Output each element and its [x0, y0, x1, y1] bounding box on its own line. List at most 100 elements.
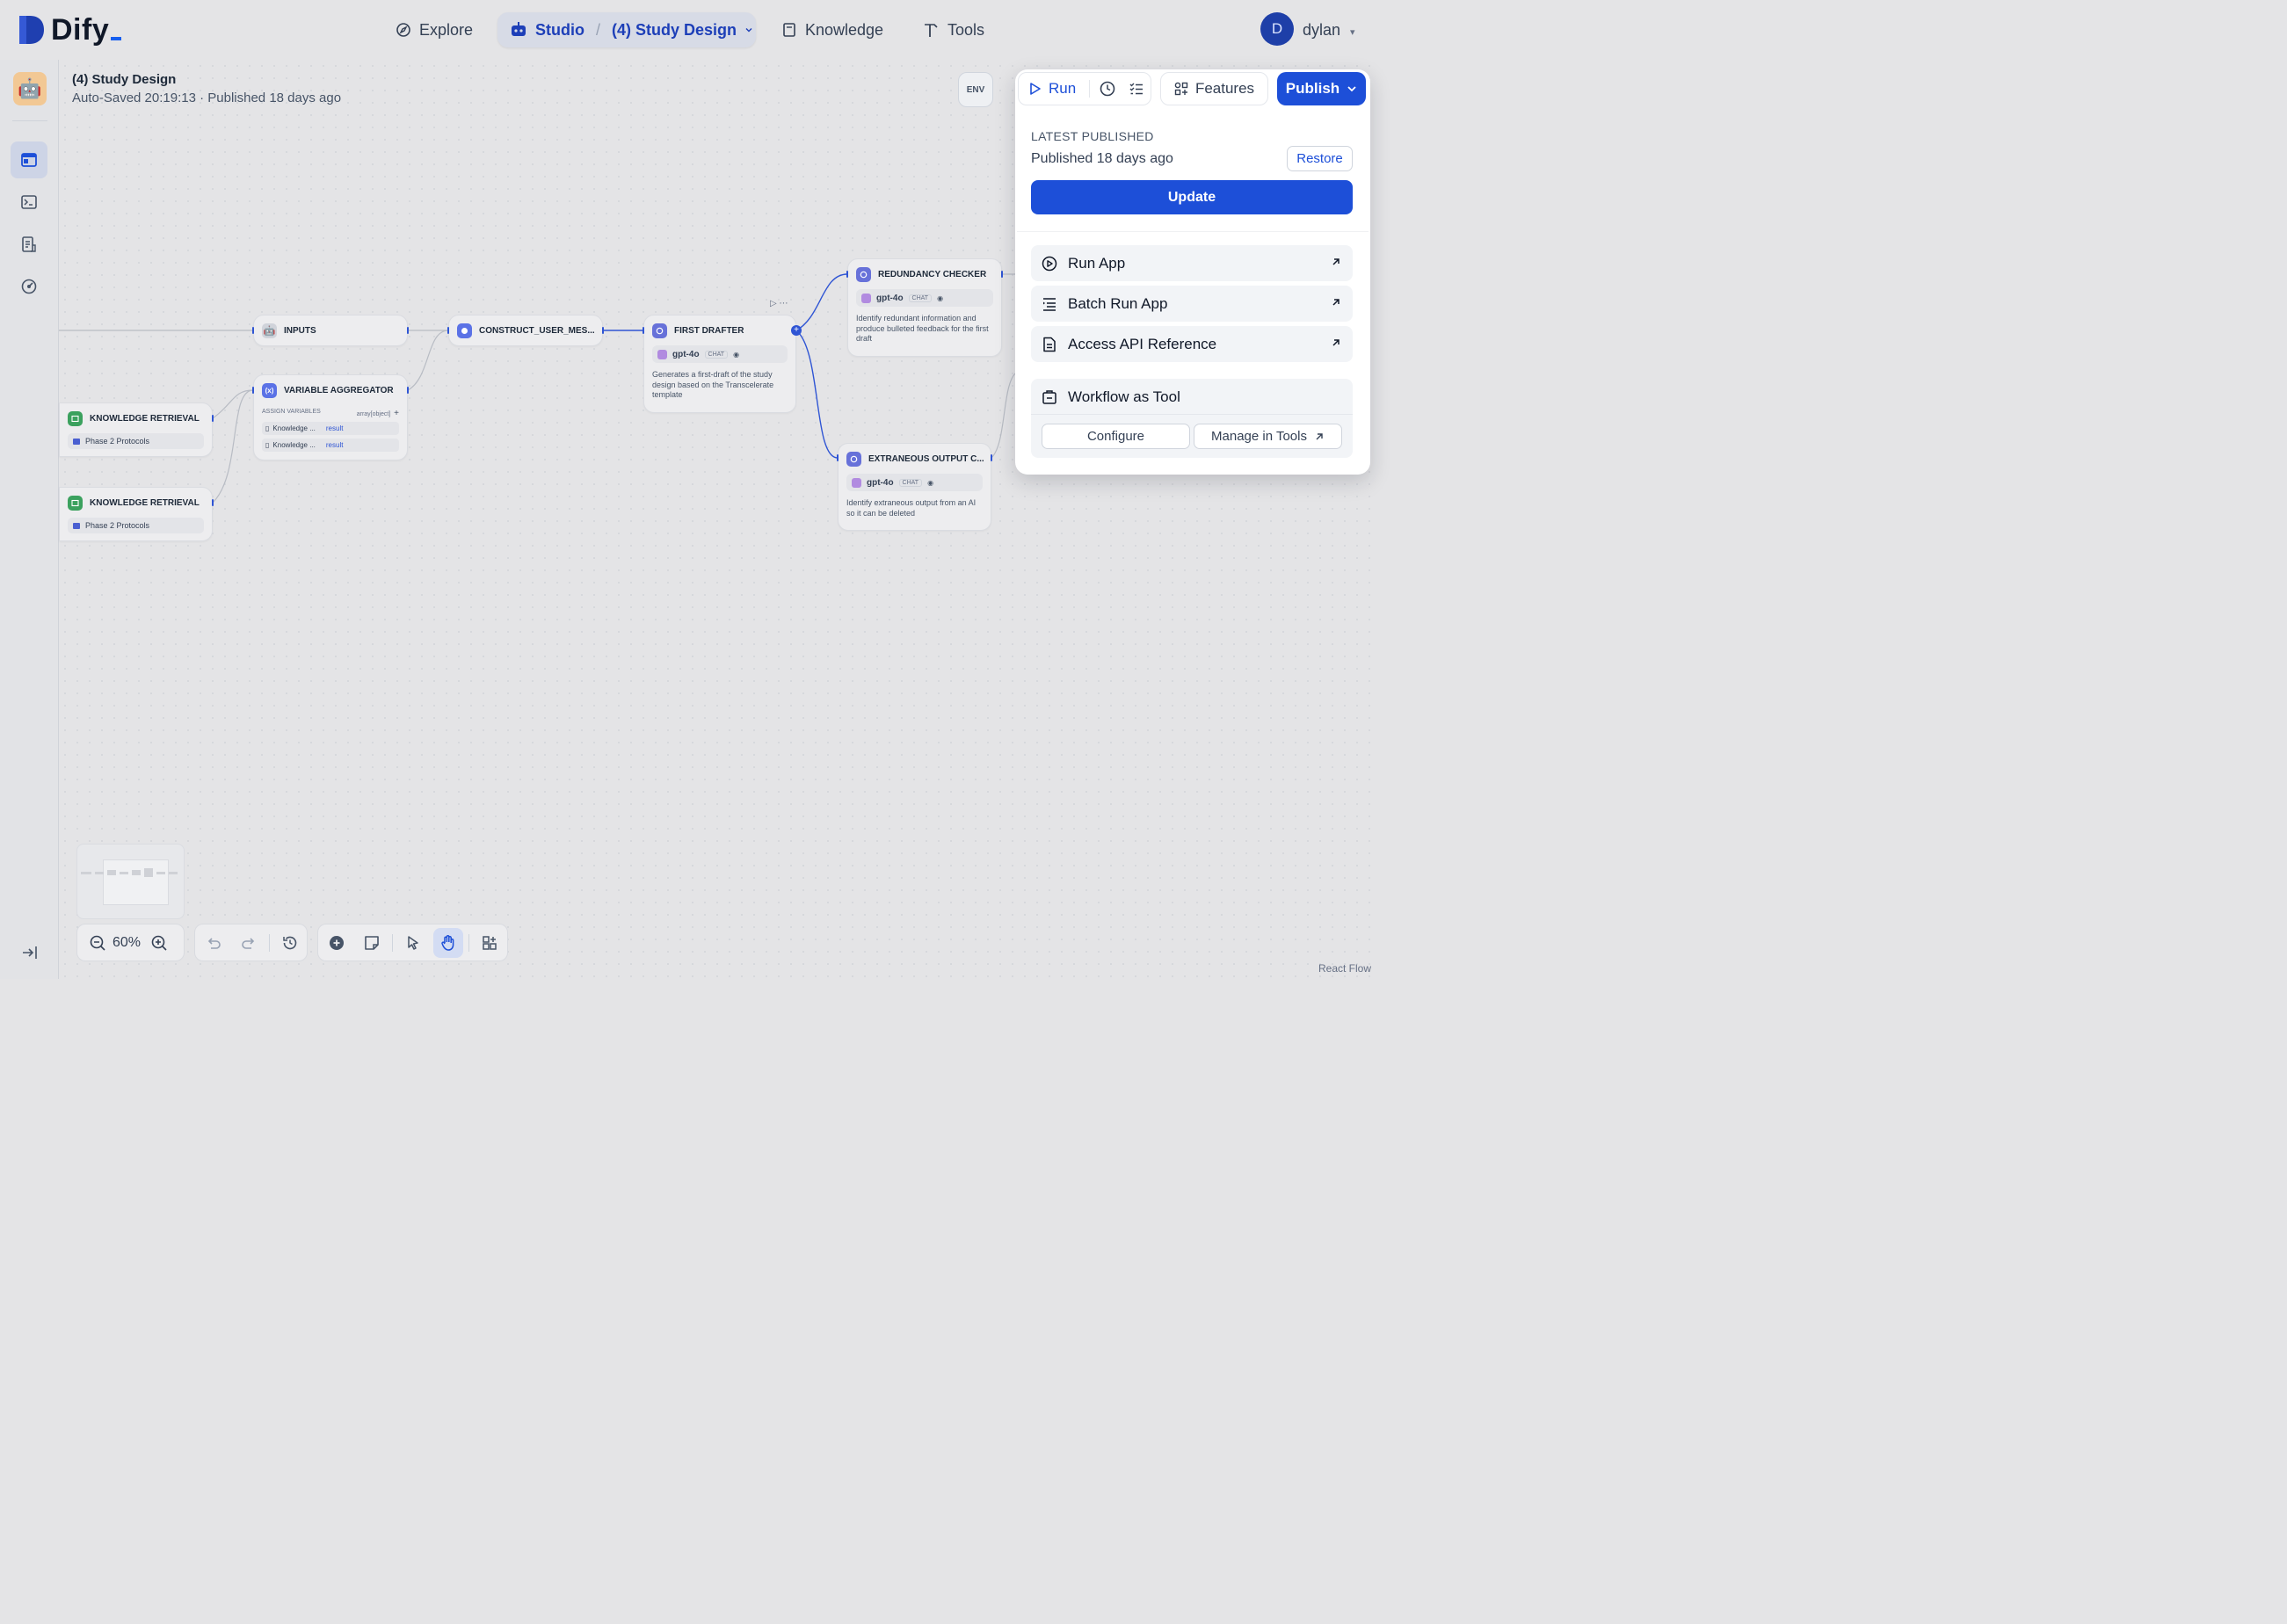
update-button[interactable]: Update	[1031, 180, 1353, 214]
zoom-in-button[interactable]	[144, 928, 174, 958]
node-handle[interactable]	[212, 415, 214, 422]
arrow-up-right-icon	[1332, 258, 1340, 265]
variable-source: Knowledge ...	[272, 424, 316, 432]
node-handle[interactable]	[837, 454, 839, 461]
llm-icon	[846, 452, 861, 467]
chevron-down-icon	[1347, 86, 1356, 92]
model-name: gpt-4o	[672, 349, 700, 359]
sticky-note-icon	[365, 935, 379, 950]
assign-variables-label: ASSIGN VARIABLES	[262, 409, 321, 415]
node-variable-aggregator[interactable]: (x) VARIABLE AGGREGATOR ASSIGN VARIABLES…	[253, 374, 408, 460]
arrow-up-right-icon	[1316, 432, 1323, 439]
node-title: VARIABLE AGGREGATOR	[284, 386, 394, 395]
pointer-mode-button[interactable]	[398, 928, 428, 958]
add-variable-button[interactable]: +	[394, 409, 399, 418]
toolbar-divider	[392, 933, 393, 952]
version-history-button[interactable]	[275, 928, 305, 958]
knowledge-base-item: Phase 2 Protocols	[68, 518, 204, 533]
node-handle[interactable]	[252, 387, 254, 394]
minimap-nodes	[81, 868, 178, 877]
add-note-button[interactable]	[357, 928, 387, 958]
variable-name: result	[325, 441, 344, 449]
organize-nodes-button[interactable]	[475, 928, 505, 958]
node-actions[interactable]: ▷ ⋯	[770, 299, 788, 308]
configure-button[interactable]: Configure	[1042, 424, 1190, 449]
plus-circle-icon	[330, 935, 344, 950]
tool-box-icon	[1042, 390, 1056, 404]
node-handle[interactable]	[991, 454, 992, 461]
variable-source: Knowledge ...	[272, 441, 316, 449]
node-redundancy-checker[interactable]: REDUNDANCY CHECKER gpt-4o CHAT ◉ Identif…	[847, 258, 1002, 357]
features-label: Features	[1194, 80, 1255, 97]
node-title: EXTRANEOUS OUTPUT C...	[868, 454, 984, 464]
hand-mode-button[interactable]	[433, 927, 463, 958]
clock-play-icon	[1100, 81, 1115, 97]
node-handle[interactable]	[407, 327, 409, 334]
panel-divider	[1017, 231, 1369, 232]
layout-grid-icon	[483, 935, 497, 950]
node-knowledge-retrieval[interactable]: KNOWLEDGE RETRIEVAL Phase 2 Protocols	[59, 402, 213, 457]
restore-button[interactable]: Restore	[1287, 146, 1353, 171]
node-handle[interactable]	[407, 387, 409, 394]
node-first-drafter[interactable]: FIRST DRAFTER gpt-4o CHAT ◉ Generates a …	[643, 315, 796, 413]
cursor-icon	[408, 935, 418, 950]
node-inputs[interactable]: 🤖 INPUTS	[253, 315, 408, 346]
menu-item-label: Batch Run App	[1068, 294, 1168, 312]
play-circle-icon	[1042, 256, 1057, 271]
arrow-up-right-icon	[1332, 299, 1340, 306]
history-button[interactable]	[1093, 74, 1122, 104]
node-description: Generates a first-draft of the study des…	[652, 370, 774, 399]
node-extraneous-output-checker[interactable]: EXTRANEOUS OUTPUT C... gpt-4o CHAT ◉ Ide…	[838, 443, 991, 531]
model-selector[interactable]: gpt-4o CHAT ◉	[846, 474, 983, 491]
node-handle[interactable]	[846, 271, 848, 278]
add-node-icon[interactable]: +	[791, 325, 802, 336]
node-handle[interactable]	[602, 327, 604, 334]
node-handle[interactable]	[447, 327, 449, 334]
variable-icon: (x)	[262, 383, 277, 398]
published-time: Published 18 days ago	[1031, 151, 1173, 166]
node-handle[interactable]	[643, 327, 644, 334]
checklist-button[interactable]	[1122, 74, 1151, 104]
undo-button[interactable]	[199, 928, 229, 958]
node-construct-user-message[interactable]: CONSTRUCT_USER_MES...	[448, 315, 603, 346]
add-node-button[interactable]	[322, 928, 352, 958]
run-button[interactable]: Run	[1019, 80, 1085, 98]
knowledge-icon	[68, 496, 83, 511]
book-icon: ▯	[265, 424, 270, 432]
node-handle[interactable]	[212, 499, 214, 506]
node-knowledge-retrieval[interactable]: KNOWLEDGE RETRIEVAL Phase 2 Protocols	[59, 487, 213, 541]
batch-run-app-item[interactable]: Batch Run App	[1031, 286, 1353, 322]
play-icon	[1030, 83, 1041, 95]
features-button[interactable]: Features	[1160, 72, 1268, 105]
node-title: CONSTRUCT_USER_MES...	[479, 326, 595, 336]
manage-in-tools-button[interactable]: Manage in Tools	[1194, 424, 1342, 449]
llm-icon	[856, 267, 871, 282]
model-name: gpt-4o	[867, 477, 894, 488]
manage-in-tools-label: Manage in Tools	[1211, 429, 1307, 444]
model-mode-badge: CHAT	[704, 350, 729, 359]
book-icon: ▯	[265, 441, 270, 449]
llm-icon	[652, 323, 667, 338]
document-icon	[1043, 337, 1056, 352]
zoom-level[interactable]: 60%	[113, 935, 141, 951]
node-handle[interactable]	[252, 327, 254, 334]
toolbar-divider	[468, 933, 469, 952]
access-api-reference-item[interactable]: Access API Reference	[1031, 326, 1353, 362]
node-title: REDUNDANCY CHECKER	[878, 270, 987, 279]
history-controls	[194, 924, 308, 961]
react-flow-attribution[interactable]: React Flow	[1318, 962, 1371, 975]
publish-button[interactable]: Publish	[1277, 72, 1366, 105]
knowledge-icon	[68, 411, 83, 426]
variable-type: array[object]	[356, 411, 391, 417]
zoom-out-button[interactable]	[83, 928, 113, 958]
model-selector[interactable]: gpt-4o CHAT ◉	[856, 289, 993, 307]
model-selector[interactable]: gpt-4o CHAT ◉	[652, 345, 788, 363]
node-title: INPUTS	[284, 326, 316, 336]
run-app-item[interactable]: Run App	[1031, 245, 1353, 281]
code-icon	[457, 323, 472, 338]
toolbar-divider	[1088, 80, 1090, 98]
eye-icon: ◉	[733, 350, 740, 359]
robot-icon: 🤖	[262, 323, 277, 338]
redo-button[interactable]	[234, 928, 264, 958]
node-handle[interactable]	[1001, 271, 1003, 278]
